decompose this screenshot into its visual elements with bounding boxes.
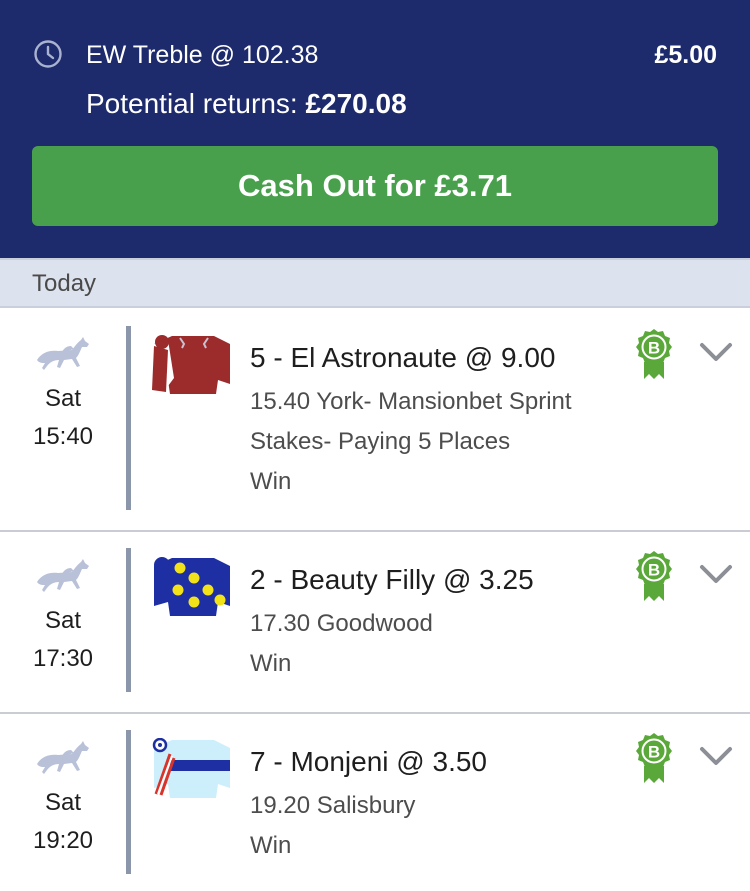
bet-leg-2: Sat 17:30 2 - Beauty Filly @ 3.25 17.30 …: [0, 532, 750, 712]
market-type: Win: [250, 832, 292, 859]
selection-name: 5 - El Astronaute @ 9.00: [250, 342, 556, 373]
horse-racing-icon: [37, 559, 89, 592]
jockey-silk: [154, 557, 230, 616]
event-time: 17:30: [32, 645, 94, 672]
svg-text:B: B: [648, 743, 660, 762]
bet-header: EW Treble @ 102.38 £5.00 Potential retur…: [0, 0, 750, 258]
event-day: Sat: [44, 789, 82, 816]
potential-returns-value: £270.08: [305, 88, 407, 119]
best-odds-guaranteed-badge-icon: B: [636, 329, 672, 379]
chevron-down-icon[interactable]: [698, 562, 734, 586]
day-section-header: Today: [0, 258, 750, 308]
jockey-silk: [152, 335, 230, 394]
bet-leg-3: Sat 19:20 7 - Monjeni @ 3.50 19.20 Salis…: [0, 714, 750, 891]
jockey-silk: [152, 738, 230, 798]
best-odds-guaranteed-badge-icon: B: [636, 733, 672, 783]
horse-racing-icon: [37, 337, 89, 370]
cash-out-button[interactable]: Cash Out for £3.71: [32, 146, 718, 226]
race-name-line1: 17.30 Goodwood: [250, 610, 433, 637]
leg-divider: [126, 548, 131, 692]
horse-racing-icon: [37, 741, 89, 774]
market-type: Win: [250, 468, 292, 495]
market-type: Win: [250, 650, 292, 677]
race-name-line1: 19.20 Salisbury: [250, 792, 416, 819]
race-name-line2: Stakes- Paying 5 Places: [250, 428, 511, 455]
day-label: Today: [32, 270, 97, 297]
stake-amount: £5.00: [654, 41, 717, 69]
bet-leg-1: Sat 15:40 5 - El Astronaute @ 9.00 15.40…: [0, 310, 750, 530]
leg-divider: [126, 326, 131, 510]
selection-name: 7 - Monjeni @ 3.50: [250, 746, 487, 777]
selection-name: 2 - Beauty Filly @ 3.25: [250, 564, 534, 595]
event-time: 19:20: [32, 827, 94, 854]
svg-text:B: B: [648, 561, 660, 580]
event-time: 15:40: [32, 423, 94, 450]
event-day: Sat: [44, 385, 82, 412]
race-name-line1: 15.40 York- Mansionbet Sprint: [250, 388, 572, 415]
bet-type: EW Treble @ 102.38: [86, 41, 319, 69]
potential-returns-label: Potential returns:: [86, 88, 306, 119]
event-day: Sat: [44, 607, 82, 634]
potential-returns: Potential returns: £270.08: [86, 86, 407, 122]
clock-icon: [34, 40, 62, 68]
svg-text:B: B: [648, 339, 660, 358]
best-odds-guaranteed-badge-icon: B: [636, 551, 672, 601]
leg-divider: [126, 730, 131, 874]
chevron-down-icon[interactable]: [698, 744, 734, 768]
chevron-down-icon[interactable]: [698, 340, 734, 364]
